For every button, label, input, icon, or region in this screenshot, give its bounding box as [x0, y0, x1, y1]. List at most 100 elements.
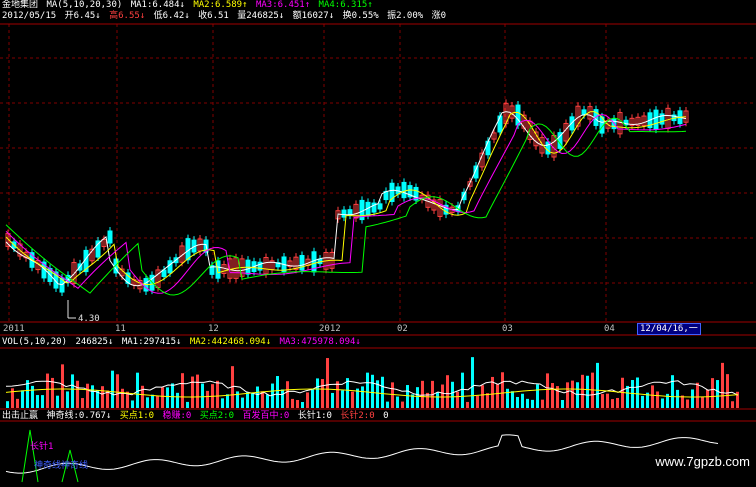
time-axis-label: 04: [604, 324, 615, 334]
volume-bar: [471, 357, 474, 408]
quote-header: 2012/05/15 开6.45↓ 高6.55↓ 低6.42↓ 收6.51 量2…: [2, 11, 449, 22]
volume-bar: [661, 398, 664, 408]
volume-bar: [606, 393, 609, 408]
volume-bar: [371, 374, 374, 408]
quote-turnover: 换0.55%: [342, 11, 379, 21]
volume-bar: [336, 381, 339, 408]
volume-bar: [281, 389, 284, 408]
ma2-value: MA2:6.589↑: [193, 0, 248, 10]
volume-bar: [656, 391, 659, 408]
indicator-needle1: 长针1:0: [297, 411, 332, 421]
time-axis-label: 2011: [3, 324, 25, 334]
volume-bar: [611, 399, 614, 408]
volume-bar: [301, 401, 304, 408]
volume-bar: [486, 393, 489, 408]
volume-bar: [721, 362, 724, 408]
volume-bar: [161, 387, 164, 408]
volume-bar: [531, 399, 534, 408]
volume-bar: [511, 391, 514, 408]
indicator-line: [5, 434, 719, 474]
volume-bar: [116, 374, 119, 408]
volume-bar: [31, 385, 34, 408]
indicator-extra: 0: [383, 411, 389, 421]
volume-bar: [406, 385, 409, 408]
volume-bar: [151, 394, 154, 408]
volume-bar: [696, 382, 699, 408]
volume-bar: [716, 380, 719, 408]
volume-bar: [726, 374, 729, 408]
line-overlay-label: 神奇线神奇线: [34, 461, 89, 471]
vol-ma1: MA1:297415↓: [121, 337, 182, 347]
volume-bar: [391, 382, 394, 408]
indicator-line: 神奇线:0.767↓: [46, 411, 112, 421]
time-axis-label: 11: [115, 324, 126, 334]
quote-low: 低6.42↓: [153, 11, 190, 21]
volume-bar: [516, 397, 519, 408]
volume-bar: [191, 376, 194, 408]
volume-bar: [201, 383, 204, 408]
vol-value: 246825↓: [75, 337, 114, 347]
volume-bar: [496, 384, 499, 408]
volume-bar: [711, 378, 714, 408]
volume-bar: [216, 380, 219, 408]
price-low-label: 4.30: [78, 314, 100, 324]
quote-open: 开6.45↓: [64, 11, 101, 21]
candle-body: [341, 209, 347, 218]
volume-bar: [341, 390, 344, 408]
watermark: www.7gpzb.com: [655, 454, 750, 469]
volume-bar: [731, 401, 734, 408]
volume-bar: [56, 395, 59, 408]
ma-header: 金地集团 MA(5,10,20,30) MA1:6.484↓ MA2:6.589…: [2, 0, 376, 11]
volume-bar: [476, 395, 479, 408]
ma3-value: MA3:6.451↑: [255, 0, 311, 10]
time-axis-label: 03: [502, 324, 513, 334]
volume-bar: [601, 394, 604, 408]
vol-label: VOL(5,10,20): [2, 337, 68, 347]
candle-body: [461, 191, 467, 201]
volume-bar: [186, 401, 189, 408]
volume-bar: [61, 364, 64, 408]
volume-bar: [651, 385, 654, 408]
quote-change: 涨0: [431, 11, 447, 21]
volume-bar: [16, 398, 19, 408]
ma20-line: [5, 113, 687, 294]
volume-bar: [71, 374, 74, 408]
volume-bar: [456, 391, 459, 408]
volume-bar: [466, 401, 469, 408]
volume-bar: [641, 395, 644, 408]
needle-overlay-label: 长针1: [30, 442, 54, 452]
volume-bar: [401, 401, 404, 408]
volume-bar: [331, 392, 334, 408]
volume-bar: [561, 400, 564, 408]
volume-bar: [156, 395, 159, 408]
quote-amplitude: 振2.00%: [387, 11, 424, 21]
candle-body: [653, 109, 659, 130]
volume-bar: [481, 385, 484, 408]
volume-bar: [321, 379, 324, 408]
volume-bar: [316, 378, 319, 408]
volume-bar: [256, 386, 259, 408]
volume-bar: [526, 398, 529, 408]
candle-body: [377, 203, 383, 210]
volume-bar: [221, 398, 224, 408]
volume-bar: [296, 399, 299, 408]
time-axis-label: 02: [397, 324, 408, 334]
volume-bar: [346, 378, 349, 408]
volume-bar: [101, 386, 104, 408]
candle-body: [299, 255, 305, 271]
volume-bar: [361, 386, 364, 408]
candle-body: [497, 115, 503, 133]
volume-bar: [246, 392, 249, 408]
volume-bar: [266, 394, 269, 408]
volume-bar: [586, 375, 589, 408]
vol-ma3: MA3:475978.094↓: [279, 337, 361, 347]
quote-close: 收6.51: [198, 11, 229, 21]
vol-header: VOL(5,10,20) 246825↓ MA1:297415↓ MA2:442…: [2, 337, 364, 348]
volume-bar: [701, 396, 704, 408]
quote-volume: 量246825↓: [237, 11, 285, 21]
volume-bar: [381, 376, 384, 408]
candle-body: [581, 109, 587, 116]
volume-bar: [91, 385, 94, 408]
volume-bar: [206, 390, 209, 408]
volume-bar: [181, 373, 184, 408]
